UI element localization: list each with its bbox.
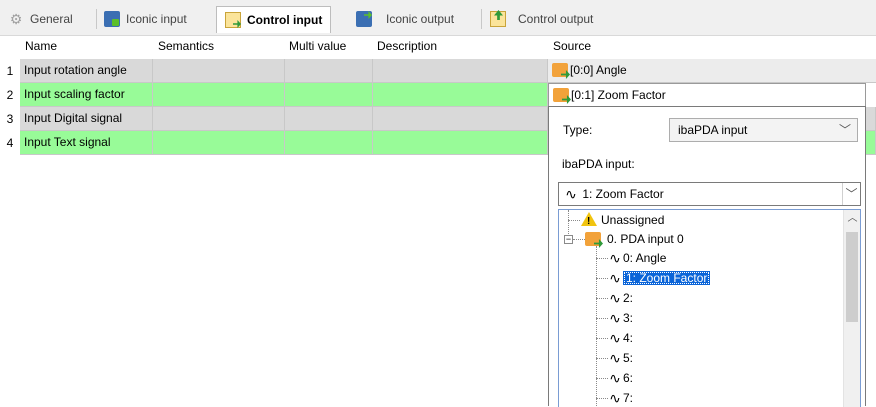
semantics-cell[interactable] — [153, 59, 285, 83]
multi-value-cell[interactable] — [285, 107, 373, 131]
tree-node-label: 1: Zoom Factor — [623, 271, 711, 285]
multi-value-cell[interactable] — [285, 59, 373, 83]
tab-iconic-output[interactable]: Iconic output — [356, 7, 454, 31]
source-dropdown-panel: Type: ibaPDA input ﹀ ibaPDA input: ∿ 1: … — [548, 106, 866, 407]
table-row[interactable]: 1 Input rotation angle [0:0] Angle — [0, 59, 876, 83]
tree-node-label: 3: — [623, 311, 634, 325]
warning-icon — [581, 212, 597, 231]
tab-label: Control input — [247, 13, 323, 27]
tab-iconic-input[interactable]: Iconic input — [104, 7, 187, 31]
tab-label: Iconic output — [386, 12, 455, 26]
tree-guide — [573, 239, 585, 240]
tree-node-signal[interactable]: ∿ 0: Angle — [607, 249, 666, 267]
signal-tree[interactable]: Unassigned − 0. PDA input 0 ∿0: Angle∿1:… — [558, 209, 861, 407]
semantics-cell[interactable] — [153, 83, 285, 107]
description-cell[interactable] — [373, 107, 548, 131]
chevron-down-icon[interactable]: ﹀ — [839, 119, 851, 141]
control-input-icon — [225, 12, 241, 28]
column-header-multi-value[interactable]: Multi value — [289, 36, 346, 57]
ibapda-input-label: ibaPDA input: — [562, 157, 635, 171]
tree-node-label: 7: — [623, 391, 634, 405]
column-header-name[interactable]: Name — [25, 36, 57, 57]
signal-wave-icon: ∿ — [565, 186, 577, 202]
tab-label: Iconic input — [126, 12, 187, 26]
column-header-semantics[interactable]: Semantics — [158, 36, 214, 57]
type-select-value: ibaPDA input — [678, 123, 748, 137]
ibapda-input-select[interactable]: ∿ 1: Zoom Factor ﹀ — [558, 182, 861, 206]
column-header-description[interactable]: Description — [377, 36, 437, 57]
tree-node-label: Unassigned — [601, 213, 665, 227]
signal-wave-icon: ∿ — [609, 270, 621, 286]
control-output-icon — [490, 11, 506, 27]
row-number: 1 — [0, 59, 20, 83]
name-cell[interactable]: Input rotation angle — [20, 59, 153, 83]
signal-wave-icon: ∿ — [609, 390, 621, 406]
multi-value-cell[interactable] — [285, 83, 373, 107]
signal-wave-icon: ∿ — [609, 370, 621, 386]
collapse-toggle-icon[interactable]: − — [564, 235, 573, 244]
table-row[interactable]: 2 Input scaling factor [0:1] Zoom Factor — [0, 83, 876, 107]
tree-node-signal[interactable]: ∿ 4: — [607, 329, 633, 347]
iconic-input-icon — [104, 11, 120, 27]
tree-node-signal[interactable]: ∿ 2: — [607, 289, 633, 307]
pda-signal-icon — [552, 63, 568, 77]
tree-node-signal[interactable]: ∿ 1: Zoom Factor — [607, 269, 711, 287]
tab-divider — [96, 9, 97, 29]
pda-signal-icon — [553, 88, 569, 102]
row-number: 4 — [0, 131, 20, 155]
tab-general[interactable]: ⚙ General — [8, 7, 73, 31]
source-value: [0:0] Angle — [570, 63, 627, 77]
tab-label: Control output — [518, 12, 594, 26]
type-select[interactable]: ibaPDA input ﹀ — [669, 118, 858, 142]
scroll-up-icon[interactable]: ︿ — [844, 210, 860, 227]
source-value: [0:1] Zoom Factor — [571, 88, 666, 102]
tree-node-pda-input-0[interactable]: 0. PDA input 0 — [585, 230, 684, 248]
signal-wave-icon: ∿ — [609, 350, 621, 366]
ibapda-input-value: 1: Zoom Factor — [582, 187, 664, 201]
multi-value-cell[interactable] — [285, 131, 373, 155]
source-cell[interactable]: [0:0] Angle — [548, 59, 876, 83]
tree-node-label: 5: — [623, 351, 634, 365]
row-number: 3 — [0, 107, 20, 131]
signal-wave-icon: ∿ — [609, 290, 621, 306]
row-number: 2 — [0, 83, 20, 107]
type-label: Type: — [563, 123, 593, 137]
scroll-thumb[interactable] — [846, 232, 858, 322]
gear-icon: ⚙ — [9, 11, 23, 27]
source-cell[interactable]: [0:1] Zoom Factor — [548, 83, 866, 107]
signal-wave-icon: ∿ — [609, 250, 621, 266]
tab-control-output[interactable]: Control output — [490, 7, 593, 31]
tree-node-signal[interactable]: ∿ 5: — [607, 349, 633, 367]
tree-node-signal[interactable]: ∿ 3: — [607, 309, 633, 327]
name-cell[interactable]: Input scaling factor — [20, 83, 153, 107]
name-cell[interactable]: Input Text signal — [20, 131, 153, 155]
pda-module-icon — [585, 232, 601, 246]
tree-node-label: 6: — [623, 371, 634, 385]
tree-node-label: 2: — [623, 291, 634, 305]
tree-node-label: 0: Angle — [623, 251, 667, 265]
tab-control-input[interactable]: Control input — [216, 6, 332, 33]
iconic-output-icon — [356, 11, 372, 27]
tree-guide — [596, 246, 597, 407]
tree-node-unassigned[interactable]: Unassigned — [581, 211, 665, 231]
semantics-cell[interactable] — [153, 131, 285, 155]
tree-node-label: 0. PDA input 0 — [607, 232, 684, 246]
tree-guide — [568, 220, 580, 221]
description-cell[interactable] — [373, 83, 548, 107]
signal-wave-icon: ∿ — [609, 330, 621, 346]
tree-node-signal[interactable]: ∿ 6: — [607, 369, 633, 387]
name-cell[interactable]: Input Digital signal — [20, 107, 153, 131]
chevron-down-icon[interactable]: ﹀ — [842, 183, 860, 205]
signal-wave-icon: ∿ — [609, 310, 621, 326]
tree-node-signal[interactable]: ∿ 7: — [607, 389, 633, 407]
semantics-cell[interactable] — [153, 107, 285, 131]
tab-label: General — [30, 12, 73, 26]
description-cell[interactable] — [373, 59, 548, 83]
tab-divider — [481, 9, 482, 29]
tree-scrollbar[interactable]: ︿ — [843, 210, 860, 407]
tab-strip: ⚙ General Iconic input Control input Ico… — [0, 0, 876, 36]
tree-node-label: 4: — [623, 331, 634, 345]
description-cell[interactable] — [373, 131, 548, 155]
column-header-source[interactable]: Source — [553, 36, 591, 57]
